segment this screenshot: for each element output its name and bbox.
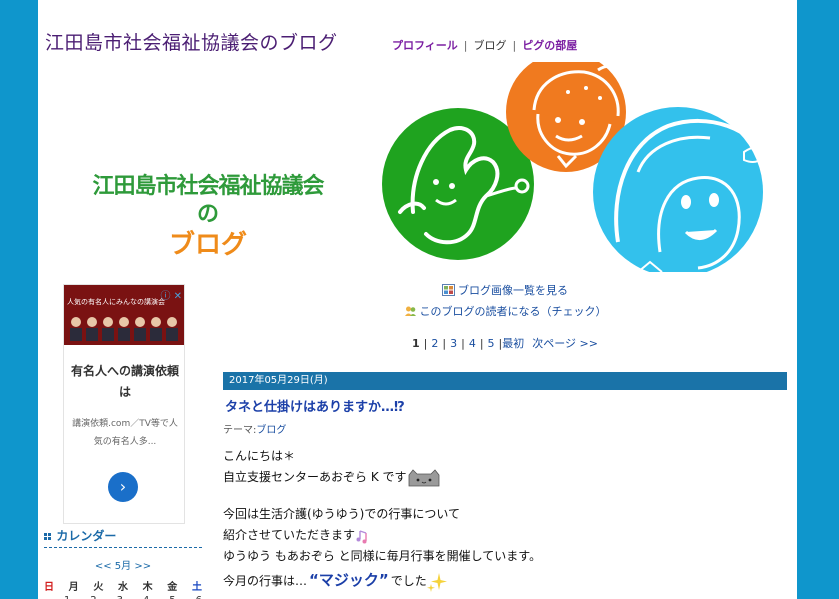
entry-line-prefix: 今月の行事は… xyxy=(223,574,308,588)
entry-line: 紹介させていただきます xyxy=(223,525,783,546)
ad-headline[interactable]: 有名人への講演依頼は xyxy=(70,361,180,403)
ad-close-icon[interactable]: ⓘ ✕ xyxy=(160,287,182,302)
entry-line: こんにちは＊ xyxy=(223,449,296,463)
nav-profile-link[interactable]: プロフィール xyxy=(392,39,458,52)
image-list-icon xyxy=(442,284,455,296)
weekday-wed: 水 xyxy=(117,582,128,593)
entry-line: 今回は生活介護(ゆうゆう)での行事について xyxy=(223,507,461,521)
pager-current: 1 xyxy=(412,337,420,350)
calendar-month-nav: << 5月 >> xyxy=(44,557,202,572)
cat-emoji-icon xyxy=(408,468,439,486)
page: 江田島市社会福祉協議会のブログ プロフィール | ブログ | ピグの部屋 江田島… xyxy=(38,0,797,599)
weekday-sat: 土 xyxy=(191,582,202,593)
pager-page-3[interactable]: 3 xyxy=(450,337,457,350)
calendar-day[interactable]: 1 xyxy=(64,595,70,599)
calendar-heading: カレンダー xyxy=(44,527,202,548)
weekday-sun: 日 xyxy=(44,582,54,593)
cyan-character-icon xyxy=(593,107,778,272)
calendar-month-link[interactable]: << 5月 >> xyxy=(95,561,151,572)
blog-title[interactable]: 江田島市社会福祉協議会のブログ xyxy=(45,28,338,55)
entry-body: こんにちは＊ 自立支援センターあおぞら K です 今回は生活介護(ゆうゆう)での… xyxy=(223,446,783,592)
music-note-icon xyxy=(356,529,367,543)
entry-title[interactable]: タネと仕掛けはありますか…⁉ xyxy=(225,396,405,415)
magic-highlight: “マジック” xyxy=(309,571,389,589)
pager-page-5[interactable]: 5 xyxy=(488,337,495,350)
calendar-weekdays: 日 月 火 水 木 金 土 xyxy=(44,578,202,593)
calendar-day[interactable]: 3 xyxy=(117,595,123,599)
calendar-day[interactable]: 6 xyxy=(196,595,202,599)
pager-page-4[interactable]: 4 xyxy=(469,337,476,350)
reader-icon xyxy=(404,306,416,316)
people-icon xyxy=(70,317,178,341)
image-list-row: ブログ画像一覧を見る xyxy=(223,280,787,301)
calendar-day[interactable]: 5 xyxy=(169,595,175,599)
weekday-tue: 火 xyxy=(93,582,104,593)
ad-banner-text: 人気の有名人にみんなの講演会 xyxy=(67,298,165,306)
weekday-thu: 木 xyxy=(142,582,153,593)
weekday-mon: 月 xyxy=(68,582,79,593)
nav-blog-link[interactable]: ブログ xyxy=(474,39,507,52)
hero-title-line3: ブログ xyxy=(168,230,247,260)
main-column: ブログ画像一覧を見る このブログの読者になる（チェック） 1 | 2 | 3 | 4 | 5 |最… xyxy=(223,280,787,592)
reader-link[interactable]: このブログの読者になる（チェック） xyxy=(420,305,607,318)
entry-date-bar: 2017年05月29日(月) xyxy=(223,372,787,390)
entry-theme: テーマ:ブログ xyxy=(223,421,286,436)
ad-body-text[interactable]: 講演依頼.com／TV等で人気の有名人多... xyxy=(70,415,180,451)
entry-line-suffix: でした xyxy=(390,574,427,588)
calendar-first-row: 1 2 3 4 5 6 xyxy=(44,595,202,599)
entry-line-text: 自立支援センターあおぞら K です xyxy=(223,470,407,484)
nav-separator: | xyxy=(512,39,517,52)
nav-separator: | xyxy=(463,39,468,52)
image-list-link[interactable]: ブログ画像一覧を見る xyxy=(458,284,568,297)
sidebar-ad[interactable]: 人気の有名人にみんなの講演会 ⓘ ✕ 有名人への講演依頼は 講演依頼.com／T… xyxy=(63,284,185,524)
pager-page-2[interactable]: 2 xyxy=(431,337,438,350)
nav-pigg-link[interactable]: ピグの部屋 xyxy=(522,39,577,52)
pager-next[interactable]: 次ページ >> xyxy=(532,337,598,350)
entry-line: 今月の行事は… “マジック” でした xyxy=(223,570,783,592)
chevron-right-icon[interactable]: › xyxy=(108,472,138,502)
pagination: 1 | 2 | 3 | 4 | 5 |最初 次ページ >> xyxy=(412,337,598,350)
theme-link[interactable]: ブログ xyxy=(256,425,286,436)
calendar-day[interactable]: 2 xyxy=(90,595,96,599)
sparkle-icon xyxy=(426,572,447,592)
top-nav: プロフィール | ブログ | ピグの部屋 xyxy=(392,37,577,53)
entry-line-text: 紹介させていただきます xyxy=(223,528,356,542)
calendar-title: カレンダー xyxy=(56,529,117,543)
reader-row: このブログの読者になる（チェック） xyxy=(223,301,787,322)
calendar-day[interactable]: 4 xyxy=(143,595,149,599)
weekday-fri: 金 xyxy=(167,582,178,593)
entry-line: 自立支援センターあおぞら K です xyxy=(223,467,783,488)
theme-prefix: テーマ: xyxy=(223,425,257,436)
entry-line: ゆうゆう もあおぞら と同様に毎月行事を開催しています。 xyxy=(223,549,542,563)
bullet-icon xyxy=(44,533,47,536)
blog-links: ブログ画像一覧を見る このブログの読者になる（チェック） xyxy=(223,280,787,322)
pager-last[interactable]: 最初 xyxy=(502,337,524,350)
